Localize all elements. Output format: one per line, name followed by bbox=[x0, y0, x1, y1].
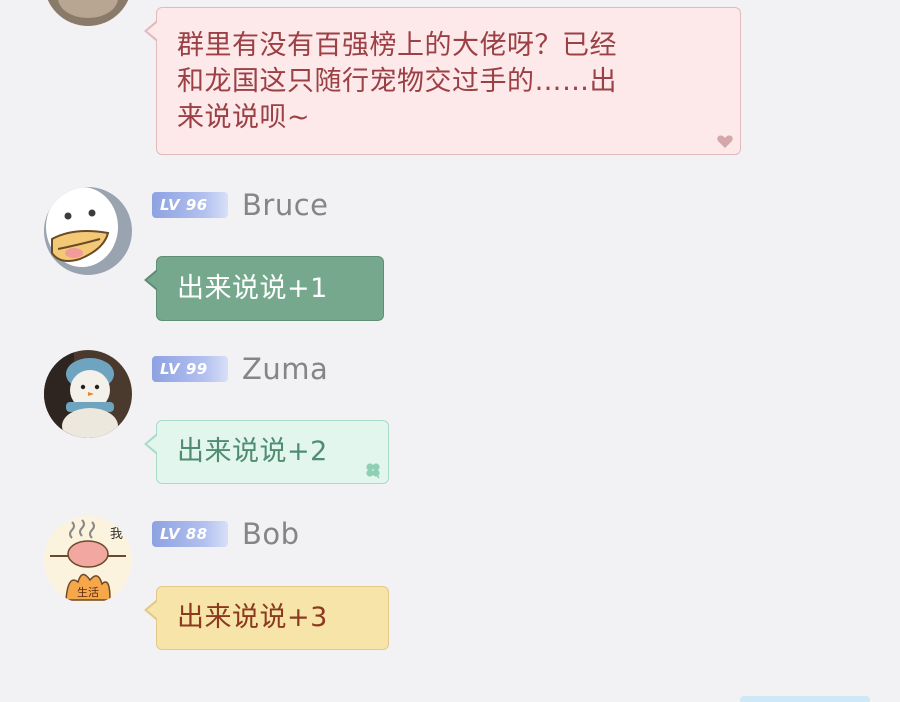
avatar[interactable] bbox=[44, 187, 132, 275]
user-meta: LV 88 Bob bbox=[152, 517, 300, 551]
message-text: 出来说说+1 bbox=[177, 273, 328, 304]
level-badge: LV 99 bbox=[152, 356, 228, 382]
level-badge: LV 88 bbox=[152, 521, 228, 547]
level-badge: LV 96 bbox=[152, 192, 228, 218]
message-bubble[interactable]: 出来说说+2 bbox=[144, 420, 389, 484]
message-bubble[interactable]: 群里有没有百强榜上的大佬呀？已经 和龙国这只随行宠物交过手的……出 来说说呗~ bbox=[144, 7, 741, 155]
grilled-pig-avatar-image: 我 生活 bbox=[44, 516, 132, 604]
partial-bubble-edge bbox=[740, 696, 870, 702]
svg-text:生活: 生活 bbox=[77, 585, 99, 599]
message-text: 出来说说+2 bbox=[177, 436, 328, 467]
partial-avatar-image bbox=[44, 0, 132, 26]
clover-icon bbox=[366, 463, 380, 479]
avatar[interactable] bbox=[44, 350, 132, 438]
message-bubble[interactable]: 出来说说+3 bbox=[144, 586, 389, 650]
message-text: 群里有没有百强榜上的大佬呀？已经 和龙国这只随行宠物交过手的……出 来说说呗~ bbox=[177, 30, 617, 133]
duck-avatar-image bbox=[44, 187, 132, 275]
svg-text:我: 我 bbox=[110, 527, 123, 542]
heart-icon bbox=[717, 135, 733, 148]
user-meta: LV 96 Bruce bbox=[152, 188, 328, 222]
username[interactable]: Zuma bbox=[242, 352, 328, 386]
username[interactable]: Bruce bbox=[242, 188, 328, 222]
user-meta: LV 99 Zuma bbox=[152, 352, 328, 386]
message-bubble[interactable]: 出来说说+1 bbox=[144, 256, 384, 321]
snowman-avatar-image bbox=[44, 350, 132, 438]
avatar[interactable]: 我 生活 bbox=[44, 516, 132, 604]
message-text: 出来说说+3 bbox=[177, 602, 328, 633]
username[interactable]: Bob bbox=[242, 517, 300, 551]
chat-screen: 群里有没有百强榜上的大佬呀？已经 和龙国这只随行宠物交过手的……出 来说说呗~ … bbox=[0, 0, 900, 702]
avatar[interactable] bbox=[44, 0, 132, 26]
